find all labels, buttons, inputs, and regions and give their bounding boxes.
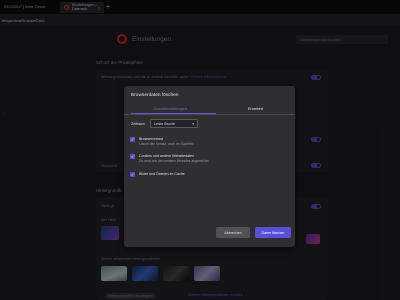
tab-divider	[124, 114, 295, 115]
option-description: Du wirst von den meisten Websites abgeme…	[139, 159, 209, 163]
option-title: Cookies und andere Websitedaten	[139, 154, 195, 158]
clear-browsing-data-dialog: Browserdaten löschen Grundeinstellungen …	[124, 86, 295, 247]
dialog-title: Browserdaten löschen	[131, 93, 179, 98]
time-range-select[interactable]: Letzte Stunde ▾	[150, 119, 198, 128]
checkbox-cookies[interactable]: ✓	[130, 154, 135, 159]
option-title: Bilder und Dateien im Cache	[139, 172, 185, 176]
tab-advanced[interactable]: Erweitert	[216, 103, 295, 113]
cancel-button[interactable]: Abbrechen	[216, 227, 250, 238]
time-range-value: Letzte Stunde	[154, 121, 175, 126]
checkbox-history[interactable]: ✓	[130, 137, 135, 142]
option-title: Browserverlauf	[139, 137, 163, 141]
checkbox-cache[interactable]: ✓	[130, 172, 135, 177]
clear-data-button[interactable]: Daten löschen	[255, 227, 291, 238]
chevron-down-icon: ▾	[192, 121, 194, 126]
option-description: Löscht den Verlauf, auch im Suchfeld	[139, 142, 194, 146]
time-range-label: Zeitraum	[131, 122, 146, 126]
dialog-tabs: Grundeinstellungen Erweitert	[124, 103, 295, 113]
tab-basic[interactable]: Grundeinstellungen	[124, 103, 216, 113]
